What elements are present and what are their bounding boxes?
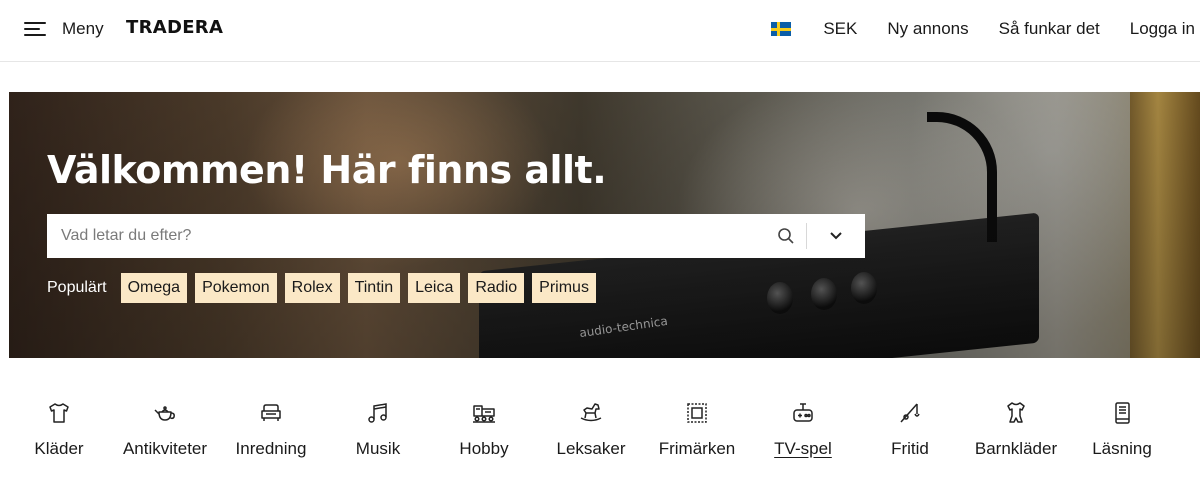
category-barnklader[interactable]: Barnkläder <box>961 400 1071 459</box>
tradera-logo[interactable]: TRADERA <box>126 17 223 38</box>
popular-searches: Populärt Omega Pokemon Rolex Tintin Leic… <box>47 273 604 303</box>
category-label: Musik <box>355 439 401 458</box>
menu-label: Meny <box>62 19 104 38</box>
popular-chip[interactable]: Omega <box>120 273 188 303</box>
stamp-icon <box>687 403 707 423</box>
book-icon <box>1115 402 1130 424</box>
music-note-icon <box>368 403 387 423</box>
category-bar: Kläder Antikviteter Inredning Musik Hobb… <box>0 400 1200 470</box>
category-label: Fritid <box>891 439 929 458</box>
category-musik[interactable]: Musik <box>323 400 433 459</box>
search-input[interactable] <box>47 214 766 258</box>
popular-chip[interactable]: Rolex <box>284 273 340 303</box>
popular-chip[interactable]: Leica <box>408 273 461 303</box>
sweden-flag-icon[interactable] <box>771 22 792 36</box>
category-label: Hobby <box>459 439 509 458</box>
category-label: Inredning <box>235 439 307 458</box>
new-listing-link[interactable]: Ny annons <box>887 19 968 39</box>
header-nav: SEK Ny annons Så funkar det Logga in <box>771 14 1195 44</box>
fishing-rod-icon <box>900 403 920 423</box>
category-label: Läsning <box>1092 439 1152 458</box>
category-antikviteter[interactable]: Antikviteter <box>110 400 220 459</box>
popular-label: Populärt <box>47 279 107 296</box>
search-icon <box>778 228 794 244</box>
search-button[interactable] <box>766 214 806 258</box>
popular-chip[interactable]: Pokemon <box>195 273 277 303</box>
category-fritid[interactable]: Fritid <box>855 400 965 459</box>
category-hobby[interactable]: Hobby <box>429 400 539 459</box>
rocking-horse-icon <box>580 403 602 422</box>
train-icon <box>473 405 495 423</box>
category-label: Leksaker <box>556 439 626 458</box>
category-lasning[interactable]: Läsning <box>1067 400 1177 459</box>
category-frimarken[interactable]: Frimärken <box>642 400 752 459</box>
popular-chip[interactable]: Tintin <box>347 273 401 303</box>
chevron-down-icon <box>830 232 842 240</box>
site-header: Meny TRADERA SEK Ny annons Så funkar det… <box>0 0 1200 62</box>
category-label: Kläder <box>34 439 84 458</box>
category-label: TV-spel <box>774 439 832 458</box>
menu-button[interactable]: Meny <box>24 14 104 44</box>
search-category-dropdown[interactable] <box>807 214 865 258</box>
hero-title: Välkommen! Här finns allt. <box>47 148 607 192</box>
popular-chip[interactable]: Radio <box>468 273 525 303</box>
teapot-icon <box>154 406 175 421</box>
category-inredning[interactable]: Inredning <box>216 400 326 459</box>
search-bar <box>47 214 865 258</box>
category-label: Barnkläder <box>974 439 1058 458</box>
baby-clothes-icon <box>1007 402 1025 423</box>
category-label: Frimärken <box>658 439 736 458</box>
tshirt-icon <box>49 403 69 423</box>
login-link[interactable]: Logga in <box>1130 19 1195 39</box>
currency-link[interactable]: SEK <box>823 19 857 39</box>
category-tv-spel[interactable]: TV-spel <box>748 400 858 459</box>
category-klader[interactable]: Kläder <box>4 400 114 459</box>
gamepad-icon <box>793 403 813 422</box>
how-it-works-link[interactable]: Så funkar det <box>999 19 1100 39</box>
popular-chip[interactable]: Primus <box>532 273 596 303</box>
category-label: Antikviteter <box>122 439 208 458</box>
category-leksaker[interactable]: Leksaker <box>536 400 646 459</box>
hamburger-icon <box>24 21 46 37</box>
armchair-icon <box>261 404 281 421</box>
hero-banner: audio-technica Välkommen! Här finns allt… <box>9 92 1200 358</box>
